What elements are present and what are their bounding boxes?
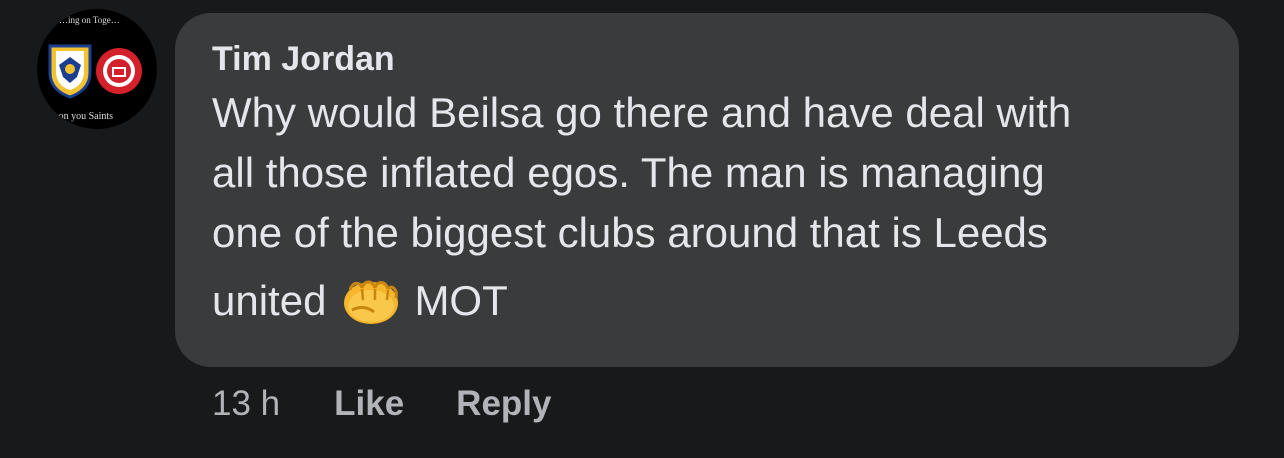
- avatar-bottom-text: 'mon you Saints: [49, 111, 114, 122]
- comment-word-united: united: [212, 277, 327, 324]
- comment-timestamp[interactable]: 13 h: [212, 382, 280, 426]
- oncoming-fist-icon: [344, 280, 399, 324]
- comment-line: Why would Beilsa go there and have deal …: [212, 89, 1072, 136]
- avatar-top-text: …ing on Toge…: [59, 15, 120, 25]
- comment-text: Why would Beilsa go there and have deal …: [212, 83, 1209, 331]
- comment-line: one of the biggest clubs around that is …: [212, 209, 1048, 256]
- leeds-united-crest-icon: [48, 44, 92, 99]
- like-button[interactable]: Like: [334, 382, 404, 426]
- st-patricks-athletic-crest-icon: [96, 48, 142, 94]
- comment-word-mot: MOT: [414, 277, 508, 324]
- comment-actions: 13 h Like Reply: [212, 382, 551, 426]
- reply-button[interactable]: Reply: [456, 382, 551, 426]
- comment-line: all those inflated egos. The man is mana…: [212, 149, 1045, 196]
- comment-bubble: Tim Jordan Why would Beilsa go there and…: [175, 13, 1239, 367]
- avatar[interactable]: …ing on Toge… 'mon you Saints: [37, 9, 157, 129]
- comment-author[interactable]: Tim Jordan: [212, 39, 1209, 79]
- comment-last-line: united MOT: [212, 271, 1209, 331]
